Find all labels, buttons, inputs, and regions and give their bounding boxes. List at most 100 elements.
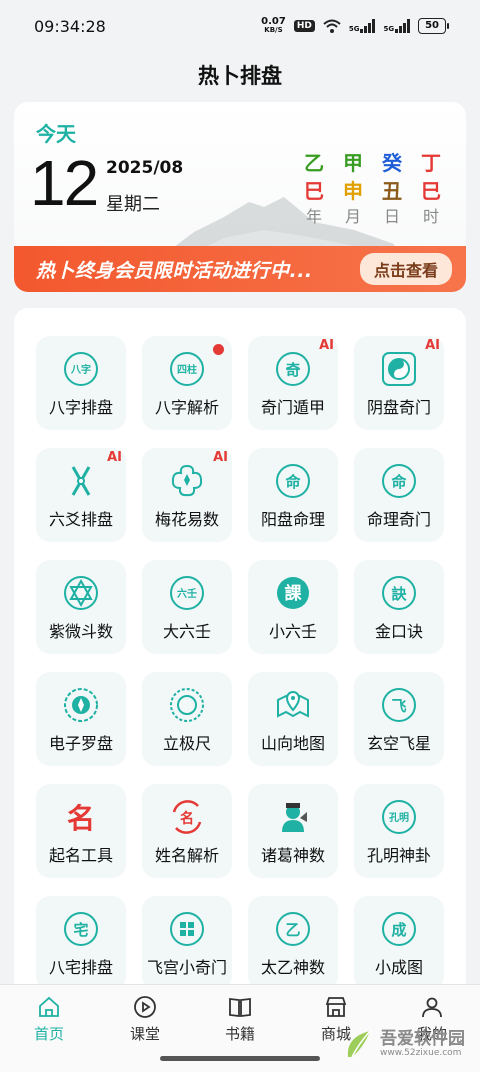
tool-tile[interactable]: 六壬 大六壬 — [142, 560, 232, 654]
tool-tile[interactable]: 八字 八字排盘 — [36, 336, 126, 430]
tool-label: 阳盘命理 — [260, 510, 325, 529]
tool-label: 八字排盘 — [48, 398, 113, 417]
tool-tile[interactable]: 訣 金口诀 — [354, 560, 444, 654]
watermark-text: 吾爱软件园 — [380, 1029, 465, 1049]
tool-label: 太乙神数 — [260, 958, 325, 977]
tool-label: 电子罗盘 — [48, 734, 113, 753]
tool-tile[interactable]: 命 阳盘命理 — [248, 448, 338, 542]
battery-icon: 50 — [418, 18, 449, 34]
tool-label: 小六壬 — [268, 622, 317, 641]
nav-item[interactable]: 首页 — [14, 995, 84, 1044]
play-icon — [134, 996, 156, 1018]
tool-label: 八宅排盘 — [48, 958, 113, 977]
zhuge-icon — [282, 803, 307, 832]
signal-5g-icon: 5G — [349, 19, 376, 33]
tool-tile[interactable]: 山向地图 — [248, 672, 338, 766]
tool-label: 六爻排盘 — [48, 510, 113, 529]
tool-label: 山向地图 — [260, 734, 325, 753]
svg-text:名: 名 — [67, 802, 95, 835]
status-icons: 0.07 KB/S HD 5G 5G 50 — [261, 16, 449, 35]
tool-tile[interactable]: 名 姓名解析 — [142, 784, 232, 878]
ai-badge: AI — [213, 450, 228, 465]
tool-label: 立极尺 — [162, 734, 211, 753]
map-pin-icon — [277, 690, 309, 718]
svg-text:六壬: 六壬 — [177, 587, 197, 600]
wifi-icon — [323, 19, 341, 33]
ganzhi-stem: 丁 — [421, 151, 441, 175]
tool-label: 命理奇门 — [366, 510, 431, 529]
tool-label: 飞宫小奇门 — [146, 958, 227, 977]
tool-tile[interactable]: 四柱 八字解析 — [142, 336, 232, 430]
name-analysis-icon: 名 — [172, 800, 202, 834]
tool-tile[interactable]: 梅花易数 AI — [142, 448, 232, 542]
tool-tile[interactable]: 阴盘奇门 AI — [354, 336, 444, 430]
tool-tile[interactable]: 孔明 孔明神卦 — [354, 784, 444, 878]
tool-label: 玄空飞星 — [366, 734, 431, 753]
watermark: 吾爱软件园 www.52zixue.com — [342, 1022, 474, 1066]
tool-tile[interactable]: 立极尺 — [142, 672, 232, 766]
nav-item[interactable]: 课堂 — [110, 995, 180, 1044]
jinkoujue-icon: 訣 — [382, 576, 416, 610]
network-speed: 0.07 KB/S — [261, 16, 286, 35]
tool-tile[interactable]: 奇 奇门遁甲 AI — [248, 336, 338, 430]
tool-tile[interactable]: 成 小成图 — [354, 896, 444, 990]
tool-label: 孔明神卦 — [366, 846, 431, 865]
store-icon — [325, 997, 347, 1017]
tool-tile[interactable]: 宅 八宅排盘 — [36, 896, 126, 990]
tool-tile[interactable]: 乙 太乙神数 — [248, 896, 338, 990]
home-indicator — [160, 1056, 320, 1061]
bazhai-icon: 宅 — [64, 912, 98, 946]
tool-tile[interactable]: 命 命理奇门 — [354, 448, 444, 542]
svg-text:孔明: 孔明 — [389, 811, 409, 824]
notification-dot — [213, 344, 224, 355]
tool-label: 八字解析 — [154, 398, 219, 417]
tool-label: 小成图 — [374, 958, 423, 977]
ganzhi-label: 月 — [344, 207, 361, 226]
hd-icon: HD — [293, 20, 315, 32]
tool-tile[interactable]: 飞宫小奇门 — [142, 896, 232, 990]
ziwei-star-icon — [64, 576, 98, 610]
page-title: 热卜排盘 — [198, 64, 282, 88]
tool-label: 姓名解析 — [154, 846, 219, 865]
tool-tile[interactable]: 六爻排盘 AI — [36, 448, 126, 542]
svg-text:四柱: 四柱 — [177, 363, 197, 376]
promo-text: 热卜终身会员限时活动进行中... — [36, 259, 313, 282]
liuyao-icon — [71, 466, 91, 496]
tool-tile[interactable]: 飞 玄空飞星 — [354, 672, 444, 766]
compass-icon — [64, 688, 98, 722]
feigong-icon — [170, 912, 204, 946]
ganzhi-stem: 癸 — [382, 151, 402, 175]
svg-text:訣: 訣 — [391, 585, 407, 603]
ganzhi-table: 乙甲癸丁巳申丑巳年月日时 — [299, 150, 446, 228]
svg-text:奇: 奇 — [285, 361, 300, 379]
tool-tile[interactable]: 电子罗盘 — [36, 672, 126, 766]
ai-badge: AI — [319, 338, 334, 353]
ganzhi-branch: 申 — [343, 179, 363, 203]
svg-text:飞: 飞 — [391, 697, 406, 715]
ganzhi-branch: 巳 — [304, 179, 324, 203]
signal-5g-icon-2: 5G — [383, 19, 411, 33]
xiaocheng-icon: 成 — [382, 912, 416, 946]
svg-text:成: 成 — [391, 921, 406, 939]
ganzhi-stem: 乙 — [304, 151, 324, 175]
yinyang-icon — [382, 352, 416, 386]
svg-text:乙: 乙 — [285, 921, 300, 939]
tool-label: 起名工具 — [48, 846, 113, 865]
tool-label: 诸葛神数 — [260, 846, 325, 865]
promo-view-button[interactable]: 点击查看 — [359, 253, 452, 285]
tool-label: 紫微斗数 — [48, 622, 113, 641]
tool-tile[interactable]: 诸葛神数 — [248, 784, 338, 878]
plum-blossom-icon — [171, 464, 203, 497]
tool-label: 阴盘奇门 — [366, 398, 431, 417]
ganzhi-stem: 甲 — [343, 151, 363, 175]
ganzhi-label: 时 — [422, 207, 439, 226]
nav-item[interactable]: 书籍 — [205, 995, 275, 1044]
promo-banner[interactable]: 热卜终身会员限时活动进行中... 点击查看 — [14, 246, 466, 292]
svg-text:命: 命 — [284, 473, 301, 491]
tool-tile[interactable]: 紫微斗数 — [36, 560, 126, 654]
tool-tile[interactable]: 名 起名工具 — [36, 784, 126, 878]
naming-icon: 名 — [67, 802, 95, 835]
tool-tile[interactable]: 課 小六壬 — [248, 560, 338, 654]
status-bar: 09:34:28 0.07 KB/S HD 5G 5G 50 — [0, 0, 480, 52]
svg-text:名: 名 — [180, 810, 194, 827]
